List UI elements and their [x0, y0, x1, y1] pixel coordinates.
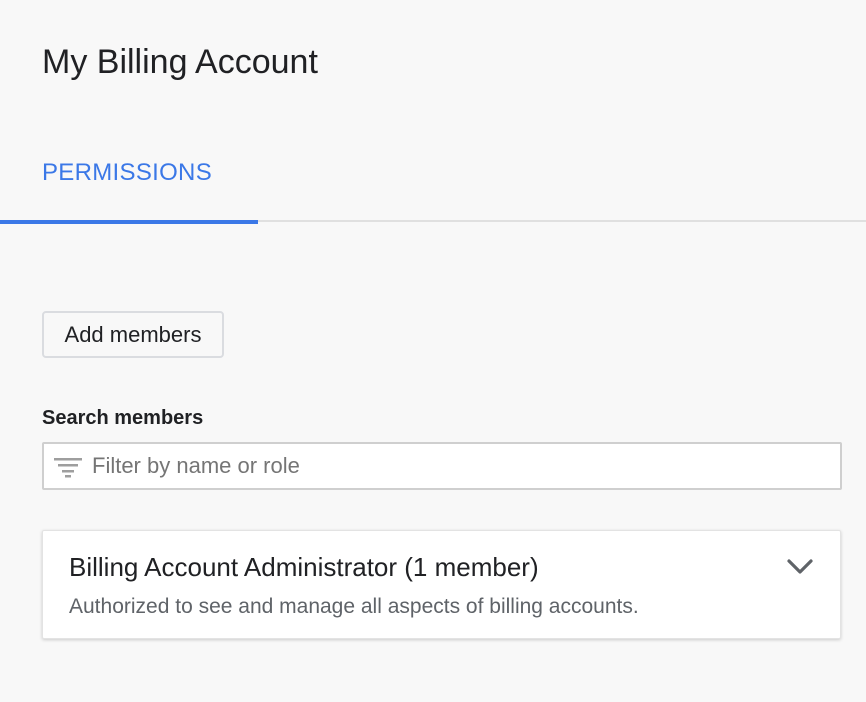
filter-icon [54, 458, 82, 478]
chevron-down-icon[interactable] [786, 557, 814, 577]
role-title: Billing Account Administrator (1 member) [69, 552, 539, 582]
active-tab-indicator [0, 220, 258, 224]
search-input[interactable] [92, 444, 832, 488]
tab-permissions[interactable]: PERMISSIONS [0, 140, 258, 224]
tab-bar: PERMISSIONS [0, 140, 866, 224]
role-description: Authorized to see and manage all aspects… [69, 595, 639, 618]
add-members-button[interactable]: Add members [42, 311, 224, 358]
role-card-billing-account-administrator[interactable]: Billing Account Administrator (1 member)… [42, 530, 841, 639]
tab-permissions-label: PERMISSIONS [42, 159, 212, 186]
search-members-label: Search members [42, 407, 204, 429]
page-title: My Billing Account [42, 43, 318, 81]
search-field[interactable] [42, 442, 842, 490]
